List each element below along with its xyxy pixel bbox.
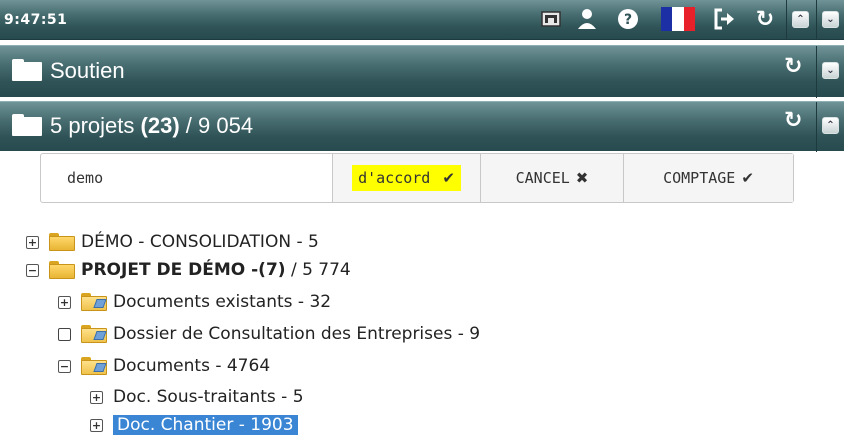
refresh-icon[interactable]: ↻ — [784, 108, 802, 133]
check-icon: ✔ — [442, 169, 455, 187]
cancel-button[interactable]: CANCEL ✖ — [480, 154, 623, 202]
search-input[interactable] — [41, 154, 332, 202]
expand-all-icon[interactable]: ⌄ — [822, 11, 839, 28]
projects-title: 5 projets (23) / 9 054 — [50, 113, 253, 139]
tree-node-label: Doc. Sous-traitants - 5 — [113, 387, 304, 407]
folder-icon — [49, 233, 75, 251]
user-icon[interactable] — [576, 6, 598, 32]
leaf-box-icon — [58, 327, 71, 341]
tree-node-count: (7) — [258, 260, 286, 280]
clock: 9:47:51 — [4, 12, 68, 28]
divider — [816, 102, 817, 152]
projects-count: 5 projets — [50, 113, 135, 138]
logout-icon[interactable] — [712, 6, 738, 32]
tree-node-label: Documents - 4764 — [113, 356, 271, 376]
document-folder-icon — [81, 325, 107, 343]
expand-icon[interactable]: ⌄ — [822, 62, 839, 79]
check-icon: ✔ — [741, 169, 754, 187]
photo-icon[interactable] — [540, 6, 562, 32]
expand-icon[interactable]: + — [26, 235, 39, 249]
refresh-icon[interactable]: ↻ — [752, 6, 778, 32]
expand-icon[interactable]: + — [90, 418, 103, 432]
tree-node[interactable]: + Doc. Chantier - 1903 — [90, 413, 298, 436]
projects-total: 9 054 — [198, 113, 254, 138]
tree-node[interactable]: Dossier de Consultation des Entreprises … — [58, 322, 480, 346]
document-folder-icon — [81, 293, 107, 311]
ok-button-highlight: d'accord ✔ — [352, 165, 461, 191]
soutien-title: Soutien — [50, 58, 125, 83]
help-icon[interactable]: ? — [616, 6, 640, 32]
close-icon: ✖ — [575, 169, 589, 187]
document-folder-icon — [81, 357, 107, 375]
refresh-icon[interactable]: ↻ — [784, 54, 802, 79]
tree-node-label: Dossier de Consultation des Entreprises … — [113, 324, 481, 344]
french-flag-icon[interactable] — [660, 6, 696, 32]
tree-node[interactable]: + DÉMO - CONSOLIDATION - 5 — [26, 230, 319, 254]
folder-icon — [12, 114, 42, 136]
divider — [786, 0, 787, 40]
divider — [816, 46, 817, 98]
ok-button[interactable]: d'accord ✔ — [332, 154, 480, 202]
count-button[interactable]: COMPTAGE ✔ — [623, 154, 793, 202]
count-button-label: COMPTAGE — [663, 169, 736, 187]
projects-bar[interactable]: 5 projets (23) / 9 054 ↻ ⌃ — [0, 101, 844, 152]
projects-separator: / — [185, 113, 192, 138]
top-toolbar: 9:47:51 ? ↻ ⌃ ⌄ — [0, 0, 844, 40]
tree-node-total: / 5 774 — [285, 260, 351, 280]
tree-node[interactable]: + Documents existants - 32 — [58, 290, 331, 314]
svg-text:?: ? — [624, 12, 632, 28]
projects-selected-count: (23) — [140, 113, 180, 138]
tree-node-label: Documents existants - 32 — [113, 292, 332, 312]
tree-node-label: DÉMO - CONSOLIDATION - 5 — [81, 232, 319, 252]
tree-node[interactable]: + Doc. Sous-traitants - 5 — [90, 385, 304, 409]
expand-icon[interactable]: + — [58, 295, 71, 309]
expand-icon[interactable]: + — [90, 390, 103, 404]
collapse-icon[interactable]: − — [58, 359, 71, 373]
collapse-icon[interactable]: − — [26, 263, 39, 277]
tree-node[interactable]: − Documents - 4764 — [58, 354, 270, 378]
ok-button-label: d'accord — [358, 169, 431, 187]
collapse-all-icon[interactable]: ⌃ — [792, 11, 809, 28]
collapse-icon[interactable]: ⌃ — [822, 117, 839, 134]
tree-node[interactable]: − PROJET DE DÉMO - (7) / 5 774 — [26, 258, 351, 282]
folder-icon — [12, 59, 42, 81]
search-toolbar: d'accord ✔ CANCEL ✖ COMPTAGE ✔ — [40, 153, 794, 203]
soutien-bar[interactable]: Soutien ↻ ⌄ — [0, 45, 844, 98]
tree-node-label-selected: Doc. Chantier - 1903 — [113, 415, 298, 435]
tree-node-label: PROJET DE DÉMO - — [81, 260, 259, 280]
divider — [816, 0, 817, 40]
cancel-button-label: CANCEL — [515, 169, 570, 187]
folder-icon — [49, 261, 75, 279]
